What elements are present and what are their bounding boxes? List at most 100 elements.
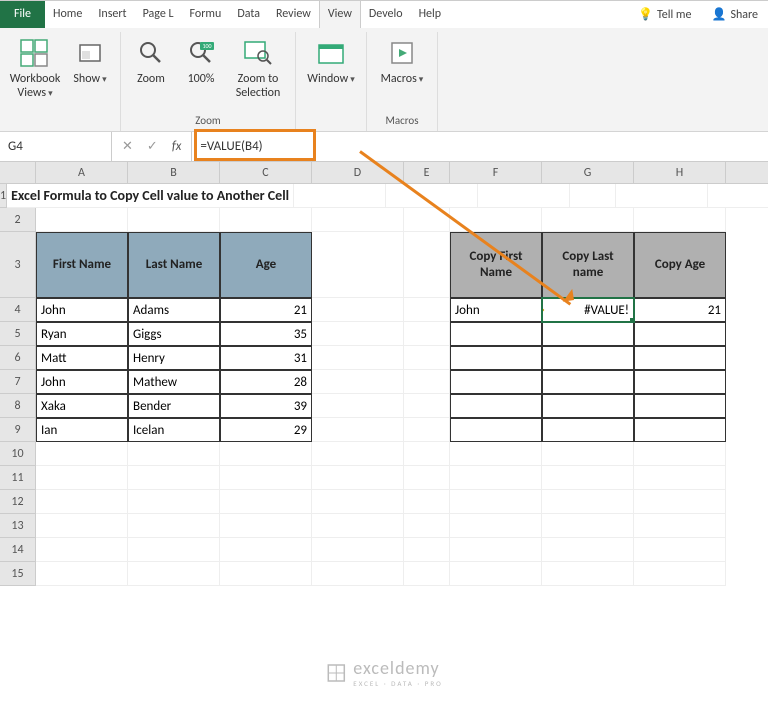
cell-f9[interactable] — [450, 418, 542, 442]
row-header-10[interactable]: 10 — [0, 442, 36, 466]
ribbon-tabs: File Home Insert Page L Formu Data Revie… — [0, 0, 768, 28]
zoom-selection-label: Zoom to Selection — [229, 72, 287, 102]
cell-f5[interactable] — [450, 322, 542, 346]
cell-g6[interactable] — [542, 346, 634, 370]
tab-data[interactable]: Data — [229, 1, 268, 28]
cell-h4[interactable]: 21 — [634, 298, 726, 322]
cell-b9[interactable]: Icelan — [128, 418, 220, 442]
col-header-h[interactable]: H — [634, 162, 726, 183]
row-header-4[interactable]: 4 — [0, 298, 36, 322]
cell-f4[interactable]: John — [450, 298, 542, 322]
cell-g4[interactable]: #VALUE! — [542, 298, 634, 322]
watermark-sub: EXCEL · DATA · PRO — [353, 679, 442, 688]
row-header-7[interactable]: 7 — [0, 370, 36, 394]
window-button[interactable]: Window — [302, 32, 360, 112]
col-header-c[interactable]: C — [220, 162, 312, 183]
col-header-g[interactable]: G — [542, 162, 634, 183]
cell-g5[interactable] — [542, 322, 634, 346]
watermark-icon — [325, 662, 347, 684]
workbook-views-button[interactable]: Workbook Views — [6, 32, 64, 112]
cell-b4[interactable]: Adams — [128, 298, 220, 322]
name-box[interactable]: G4 — [0, 132, 112, 161]
tab-page-layout[interactable]: Page L — [135, 1, 182, 28]
fill-handle[interactable] — [629, 317, 634, 322]
cell-b5[interactable]: Giggs — [128, 322, 220, 346]
cell-c7[interactable]: 28 — [220, 370, 312, 394]
watermark-brand: exceldemy — [353, 657, 439, 679]
row-header-9[interactable]: 9 — [0, 418, 36, 442]
cell-b8[interactable]: Bender — [128, 394, 220, 418]
cell-a5[interactable]: Ryan — [36, 322, 128, 346]
cell-a9[interactable]: Ian — [36, 418, 128, 442]
cell-f6[interactable] — [450, 346, 542, 370]
tab-review[interactable]: Review — [268, 1, 319, 28]
error-indicator-icon[interactable] — [542, 299, 544, 322]
tab-developer[interactable]: Develo — [361, 1, 411, 28]
zoom-100-button[interactable]: 100 100% — [177, 32, 225, 112]
tab-view[interactable]: View — [319, 1, 361, 28]
cell-b7[interactable]: Mathew — [128, 370, 220, 394]
cell-f7[interactable] — [450, 370, 542, 394]
col-header-b[interactable]: B — [128, 162, 220, 183]
cell-a4[interactable]: John — [36, 298, 128, 322]
formula-input[interactable]: =VALUE(B4) — [192, 132, 768, 161]
zoom-selection-button[interactable]: Zoom to Selection — [227, 32, 289, 112]
row-header-1[interactable]: 1 — [0, 184, 7, 208]
col-header-e[interactable]: E — [404, 162, 450, 183]
row-header-12[interactable]: 12 — [0, 490, 36, 514]
svg-text:100: 100 — [202, 42, 211, 50]
row-header-6[interactable]: 6 — [0, 346, 36, 370]
cell-a7[interactable]: John — [36, 370, 128, 394]
t2-header-age[interactable]: Copy Age — [634, 232, 726, 298]
col-header-f[interactable]: F — [450, 162, 542, 183]
t2-header-first[interactable]: Copy First Name — [450, 232, 542, 298]
cell-g4-value: #VALUE! — [584, 303, 629, 318]
select-all-corner[interactable] — [0, 162, 36, 183]
col-header-a[interactable]: A — [36, 162, 128, 183]
cell-c5[interactable]: 35 — [220, 322, 312, 346]
row-header-3[interactable]: 3 — [0, 232, 36, 298]
row-header-14[interactable]: 14 — [0, 538, 36, 562]
cell-c4[interactable]: 21 — [220, 298, 312, 322]
row-header-5[interactable]: 5 — [0, 322, 36, 346]
cell-h9[interactable] — [634, 418, 726, 442]
row-header-15[interactable]: 15 — [0, 562, 36, 586]
row-header-8[interactable]: 8 — [0, 394, 36, 418]
cell-a6[interactable]: Matt — [36, 346, 128, 370]
cell-h7[interactable] — [634, 370, 726, 394]
cell-c6[interactable]: 31 — [220, 346, 312, 370]
fx-icon[interactable]: fx — [172, 139, 182, 154]
share-button[interactable]: 👤 Share — [701, 7, 768, 22]
t1-header-last[interactable]: Last Name — [128, 232, 220, 298]
row-header-11[interactable]: 11 — [0, 466, 36, 490]
cell-c8[interactable]: 39 — [220, 394, 312, 418]
tab-help[interactable]: Help — [411, 1, 450, 28]
cell-b6[interactable]: Henry — [128, 346, 220, 370]
tab-formulas[interactable]: Formu — [182, 1, 230, 28]
enter-icon[interactable]: ✓ — [147, 139, 158, 154]
grid-rows: 1 Excel Formula to Copy Cell value to An… — [0, 184, 768, 586]
sheet-title[interactable]: Excel Formula to Copy Cell value to Anot… — [7, 184, 294, 208]
t2-header-last[interactable]: Copy Last name — [542, 232, 634, 298]
cell-g9[interactable] — [542, 418, 634, 442]
tab-insert[interactable]: Insert — [90, 1, 134, 28]
zoom-button[interactable]: Zoom — [127, 32, 175, 112]
cell-a8[interactable]: Xaka — [36, 394, 128, 418]
row-header-13[interactable]: 13 — [0, 514, 36, 538]
tab-home[interactable]: Home — [45, 1, 90, 28]
cancel-icon[interactable]: ✕ — [122, 139, 133, 154]
tell-me[interactable]: 💡 Tell me — [628, 7, 701, 22]
cell-g8[interactable] — [542, 394, 634, 418]
macros-button[interactable]: Macros — [373, 32, 431, 112]
cell-f8[interactable] — [450, 394, 542, 418]
t1-header-age[interactable]: Age — [220, 232, 312, 298]
cell-h8[interactable] — [634, 394, 726, 418]
show-button[interactable]: Show — [66, 32, 114, 112]
cell-h5[interactable] — [634, 322, 726, 346]
cell-c9[interactable]: 29 — [220, 418, 312, 442]
row-header-2[interactable]: 2 — [0, 208, 36, 232]
cell-h6[interactable] — [634, 346, 726, 370]
t1-header-first[interactable]: First Name — [36, 232, 128, 298]
tab-file[interactable]: File — [0, 1, 45, 28]
cell-g7[interactable] — [542, 370, 634, 394]
